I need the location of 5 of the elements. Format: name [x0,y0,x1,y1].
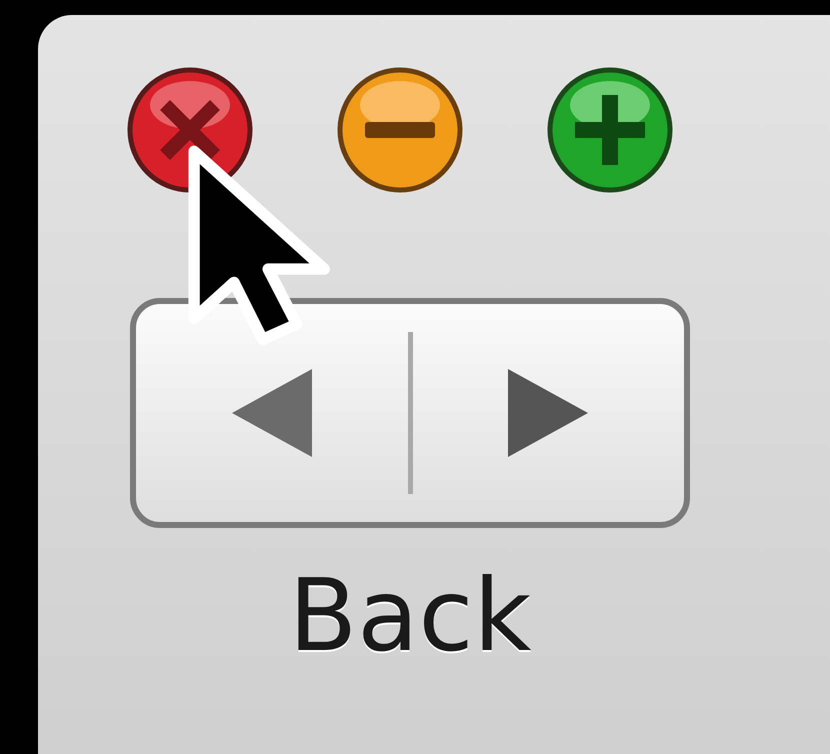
zoom-icon[interactable] [545,65,675,195]
toolbar-label: Back [288,566,532,666]
right-triangle-icon [506,367,590,459]
minimize-icon[interactable] [335,65,465,195]
left-triangle-icon [230,367,314,459]
